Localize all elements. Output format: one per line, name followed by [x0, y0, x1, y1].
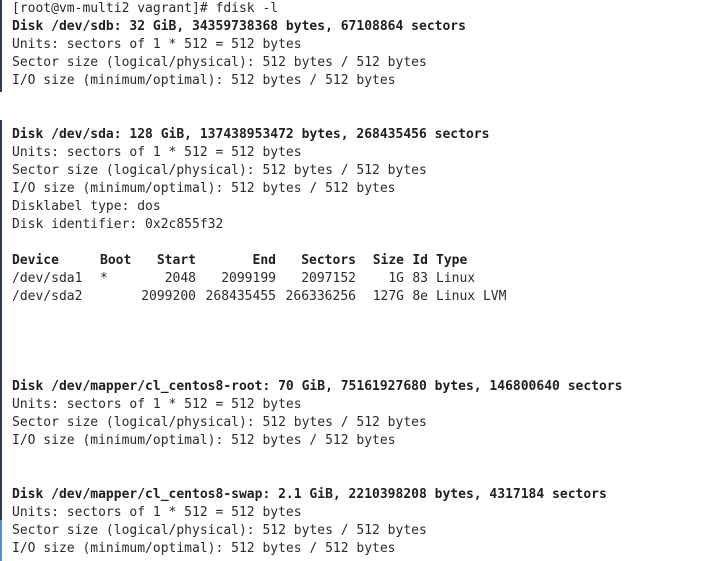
partition-cell: 83	[412, 271, 428, 286]
column-header: Start	[156, 253, 196, 268]
disk-header: Disk /dev/sdb: 32 GiB, 34359738368 bytes…	[12, 19, 466, 34]
partition-cell: 268435455	[205, 289, 276, 304]
column-header: Device	[12, 253, 59, 268]
partition-cell: 2099199	[221, 271, 276, 286]
partition-cell: 8e	[412, 289, 428, 304]
disk-info-line: Disklabel type: dos	[12, 199, 161, 214]
disk-info-line: Units: sectors of 1 * 512 = 512 bytes	[12, 145, 302, 160]
blank-space	[12, 306, 713, 378]
disk-info-line: Sector size (logical/physical): 512 byte…	[12, 523, 427, 538]
blank-space	[12, 450, 713, 486]
disk-info-line: Units: sectors of 1 * 512 = 512 bytes	[12, 37, 302, 52]
column-header: Id	[412, 253, 428, 268]
partition-table-header: Device Boot Start End Sectors Size Id Ty…	[12, 252, 713, 270]
disk-info-line: Sector size (logical/physical): 512 byte…	[12, 163, 427, 178]
partition-cell	[100, 288, 140, 306]
selection-edge-accent	[0, 520, 2, 561]
disk-info-line: Units: sectors of 1 * 512 = 512 bytes	[12, 505, 302, 520]
partition-cell: 2097152	[301, 271, 356, 286]
column-header: Boot	[100, 253, 132, 268]
disk-header: Disk /dev/mapper/cl_centos8-root: 70 GiB…	[12, 379, 623, 394]
terminal-window[interactable]: [root@vm-multi2 vagrant]# fdisk -l Disk …	[0, 0, 713, 561]
disk-info-line: Sector size (logical/physical): 512 byte…	[12, 415, 427, 430]
disk-header: Disk /dev/sda: 128 GiB, 137438953472 byt…	[12, 127, 490, 142]
partition-cell: Linux	[436, 271, 476, 286]
terminal-output: [root@vm-multi2 vagrant]# fdisk -l Disk …	[12, 0, 713, 558]
disk-info-line: I/O size (minimum/optimal): 512 bytes / …	[12, 433, 396, 448]
partition-cell: 127G	[372, 289, 404, 304]
partition-cell: 2048	[164, 271, 196, 286]
disk-info-line: I/O size (minimum/optimal): 512 bytes / …	[12, 181, 396, 196]
disk-info-line: Units: sectors of 1 * 512 = 512 bytes	[12, 397, 302, 412]
selection-edge	[0, 120, 2, 550]
column-header: Sectors	[301, 253, 356, 268]
disk-info-line: I/O size (minimum/optimal): 512 bytes / …	[12, 541, 396, 556]
partition-cell: Linux LVM	[436, 289, 507, 304]
partition-cell: /dev/sda2	[12, 289, 83, 304]
selection-edge	[0, 0, 2, 92]
partition-cell: 2099200	[141, 289, 196, 304]
partition-cell: /dev/sda1	[12, 271, 83, 286]
disk-header: Disk /dev/mapper/cl_centos8-swap: 2.1 Gi…	[12, 487, 607, 502]
prompt-line: [root@vm-multi2 vagrant]# fdisk -l	[12, 1, 279, 16]
partition-row: /dev/sda1 * 2048 2099199 2097152 1G 83 L…	[12, 270, 713, 288]
partition-cell: 1G	[388, 271, 404, 286]
column-header: End	[252, 253, 276, 268]
partition-row: /dev/sda2 2099200 268435455 266336256 12…	[12, 288, 713, 306]
disk-info-line: Sector size (logical/physical): 512 byte…	[12, 55, 427, 70]
blank-space	[12, 90, 713, 126]
column-header: Size	[372, 253, 404, 268]
disk-info-line: I/O size (minimum/optimal): 512 bytes / …	[12, 73, 396, 88]
column-header: Type	[436, 253, 468, 268]
partition-cell: *	[100, 271, 108, 286]
partition-cell: 266336256	[285, 289, 356, 304]
disk-info-line: Disk identifier: 0x2c855f32	[12, 217, 224, 232]
